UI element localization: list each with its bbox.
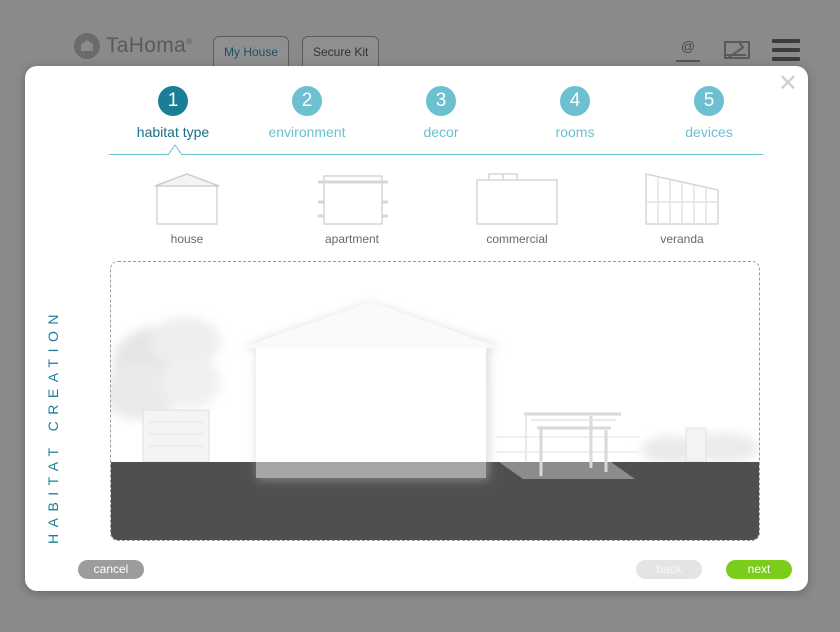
house-icon (154, 173, 220, 225)
tab-secure-kit[interactable]: Secure Kit (302, 36, 380, 68)
wizard-steps: 1 habitat type 2 environment 3 decor 4 r… (109, 86, 763, 156)
step-label: environment (268, 124, 346, 140)
step-devices[interactable]: 5 devices (649, 86, 769, 140)
commercial-icon (476, 173, 558, 225)
cancel-button[interactable]: cancel (78, 560, 144, 579)
habitat-creation-title: HABITAT CREATION (38, 276, 68, 576)
step-number: 3 (426, 86, 456, 116)
step-decor[interactable]: 3 decor (381, 86, 501, 140)
step-rooms[interactable]: 4 rooms (515, 86, 635, 140)
step-habitat-type[interactable]: 1 habitat type (113, 86, 233, 140)
side-title-text: HABITAT CREATION (45, 308, 61, 544)
close-icon[interactable]: ✕ (778, 72, 798, 96)
menu-icon[interactable] (772, 39, 800, 61)
step-label: habitat type (136, 124, 210, 140)
step-number: 2 (292, 86, 322, 116)
habitat-option-label: commercial (486, 232, 548, 246)
step-label: devices (685, 124, 733, 140)
step-number: 1 (158, 86, 188, 116)
mail-icon[interactable] (724, 41, 750, 59)
header-icons: @ (674, 38, 800, 62)
habitat-scene-illustration (111, 302, 759, 540)
at-icon[interactable]: @ (674, 38, 702, 62)
brand-name: TaHoma (106, 34, 186, 57)
step-label: rooms (555, 124, 595, 140)
steps-divider (109, 154, 763, 155)
habitat-type-options: house apartment commercial veranda (110, 172, 770, 258)
habitat-option-apartment[interactable]: apartment (292, 172, 412, 246)
home-logo-icon (74, 33, 100, 59)
habitat-option-label: house (170, 232, 204, 246)
tahoma-logo: TaHoma® (74, 33, 192, 59)
habitat-option-house[interactable]: house (127, 172, 247, 246)
habitat-creation-dialog: ✕ 1 habitat type 2 environment 3 decor 4… (25, 66, 808, 591)
app-header: TaHoma® My House Secure Kit @ (0, 0, 840, 70)
next-button[interactable]: next (726, 560, 792, 579)
tab-my-house[interactable]: My House (213, 36, 290, 68)
step-label: decor (423, 124, 459, 140)
habitat-option-veranda[interactable]: veranda (622, 172, 742, 246)
habitat-option-commercial[interactable]: commercial (457, 172, 577, 246)
habitat-option-label: apartment (324, 232, 380, 246)
step-number: 4 (560, 86, 590, 116)
habitat-preview (110, 261, 760, 541)
apartment-icon (318, 175, 388, 225)
brand-mark: ® (186, 37, 193, 46)
veranda-icon (645, 173, 719, 225)
current-step-caret-icon (168, 144, 182, 155)
habitat-option-label: veranda (660, 232, 704, 246)
back-button[interactable]: back (636, 560, 702, 579)
step-environment[interactable]: 2 environment (247, 86, 367, 140)
step-number: 5 (694, 86, 724, 116)
